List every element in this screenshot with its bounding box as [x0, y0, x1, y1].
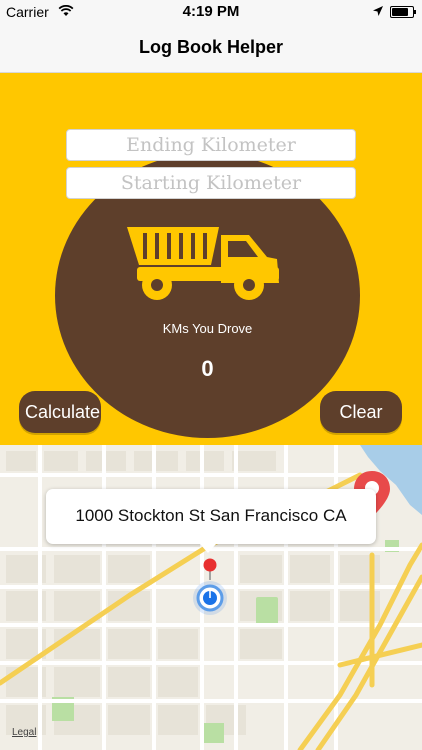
starting-kilometer-input[interactable] [66, 167, 356, 199]
page-title: Log Book Helper [138, 37, 283, 57]
map-view[interactable]: 1000 Stockton St San Francisco CA Legal [0, 445, 422, 750]
user-location-icon[interactable] [192, 580, 228, 616]
legal-link[interactable]: Legal [12, 727, 36, 738]
kms-driven-value: 0 [201, 356, 214, 381]
navigation-bar: Log Book Helper [0, 24, 422, 73]
address-text: 1000 Stockton St San Francisco CA [75, 506, 347, 525]
address-callout[interactable]: 1000 Stockton St San Francisco CA [46, 489, 376, 553]
calculate-button[interactable]: Calculate [19, 391, 101, 433]
status-bar: Carrier 4:19 PM [0, 0, 422, 24]
ending-kilometer-input[interactable] [66, 129, 356, 161]
callout-tail [200, 544, 216, 553]
status-time: 4:19 PM [182, 3, 240, 20]
battery-level [392, 8, 408, 16]
dropped-pin-icon[interactable] [202, 558, 218, 580]
dump-truck-icon [127, 227, 279, 300]
location-arrow-icon [372, 4, 384, 20]
calculator-panel: KMs You Drove 0 Calculate Clear [0, 73, 422, 445]
battery-icon [390, 6, 416, 18]
clear-button[interactable]: Clear [320, 391, 402, 433]
kms-driven-label: KMs You Drove [162, 321, 253, 336]
